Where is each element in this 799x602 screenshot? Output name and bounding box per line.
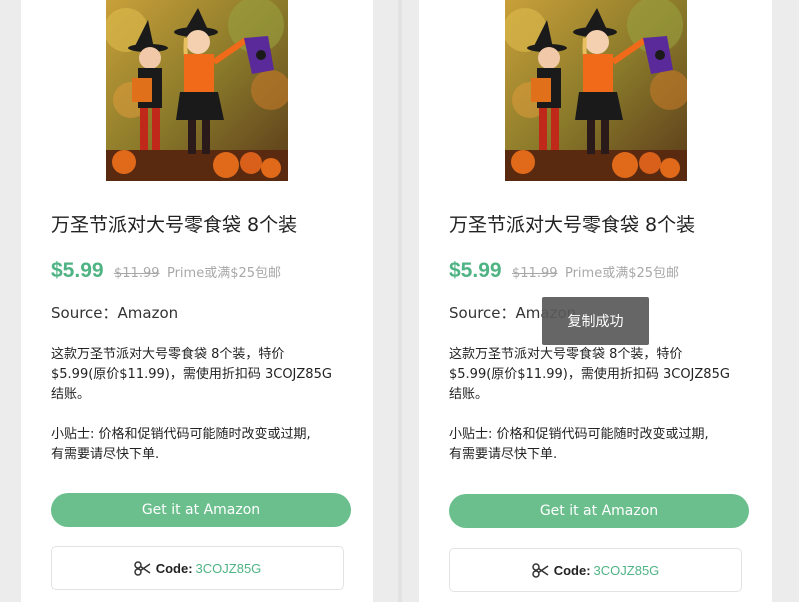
price-row: $5.99 $11.99 Prime或满$25包邮 [51,259,281,283]
original-price: $11.99 [512,266,558,281]
product-image[interactable] [106,0,288,181]
code-value: 3COJZ85G [593,562,660,578]
code-label: Code: [553,562,591,578]
deal-description: 这款万圣节派对大号零食袋 8个装，特价 $5.99(原价$11.99)，需使用折… [51,345,351,405]
description-line: $5.99(原价$11.99)，需使用折扣码 3COJZ85G [51,367,332,382]
description-line: $5.99(原价$11.99)，需使用折扣码 3COJZ85G [449,367,730,382]
tip-line: 小贴士: 价格和促销代码可能随时改变或过期, [449,427,709,442]
original-price: $11.99 [114,266,160,281]
right-gutter [772,0,799,602]
shipping-note: Prime或满$25包邮 [166,266,282,281]
get-it-button[interactable]: Get it at Amazon [51,493,351,527]
sale-price: $5.99 [51,259,104,282]
description-line: 结账。 [51,387,91,402]
product-title: 万圣节派对大号零食袋 8个装 [449,214,696,236]
price-row: $5.99 $11.99 Prime或满$25包邮 [449,259,679,283]
get-it-button[interactable]: Get it at Amazon [449,494,749,528]
tip-line: 有需要请尽快下单. [51,447,160,462]
product-title: 万圣节派对大号零食袋 8个装 [51,214,298,236]
copy-code-button[interactable]: Code: 3COJZ85G [51,546,344,590]
source-label: Source：Amazon [51,304,179,322]
description-line: 这款万圣节派对大号零食袋 8个装，特价 [449,347,683,362]
sale-price: $5.99 [449,259,502,282]
middle-gutter [373,0,419,602]
description-line: 结账。 [449,387,489,402]
left-gutter [0,0,21,602]
tip-line: 小贴士: 价格和促销代码可能随时改变或过期, [51,427,311,442]
deal-tip: 小贴士: 价格和促销代码可能随时改变或过期, 有需要请尽快下单. [51,425,351,465]
scissors-icon [531,562,549,578]
description-line: 这款万圣节派对大号零食袋 8个装，特价 [51,347,285,362]
code-value: 3COJZ85G [195,560,262,576]
shipping-note: Prime或满$25包邮 [564,266,680,281]
deal-tip: 小贴士: 价格和促销代码可能随时改变或过期, 有需要请尽快下单. [449,425,749,465]
scissors-icon [133,560,151,576]
copy-code-button[interactable]: Code: 3COJZ85G [449,548,742,592]
tip-line: 有需要请尽快下单. [449,447,558,462]
gutter-divider [398,0,402,602]
deal-description: 这款万圣节派对大号零食袋 8个装，特价 $5.99(原价$11.99)，需使用折… [449,345,749,405]
deal-card: 万圣节派对大号零食袋 8个装 $5.99 $11.99 Prime或满$25包邮… [21,0,373,602]
code-label: Code: [155,560,193,576]
copy-success-toast: 复制成功 [542,297,649,345]
product-image[interactable] [505,0,687,181]
